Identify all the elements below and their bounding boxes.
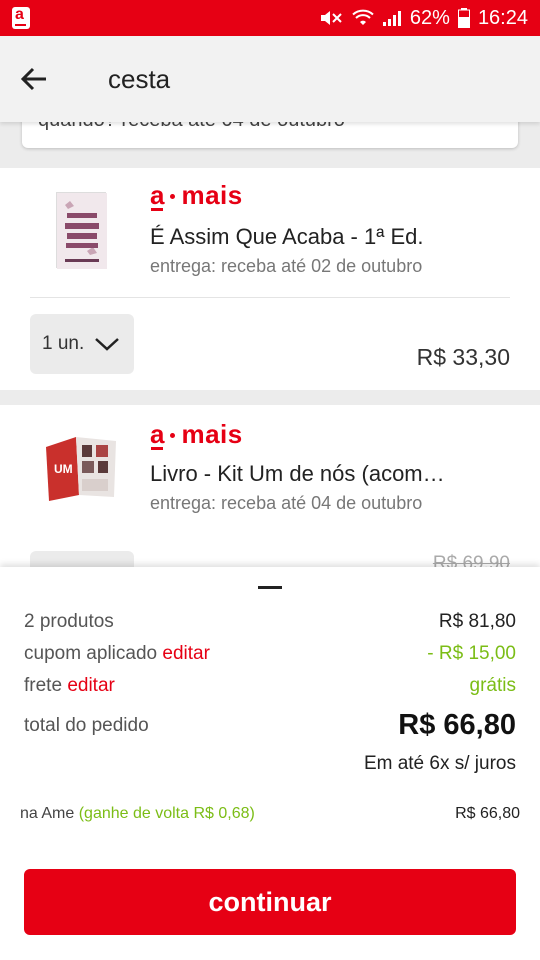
amais-badge: a mais bbox=[150, 419, 243, 450]
svg-text:UM: UM bbox=[54, 462, 73, 476]
product-title[interactable]: É Assim Que Acaba - 1ª Ed. bbox=[150, 224, 470, 250]
brand-letter: a bbox=[150, 180, 165, 211]
product-title[interactable]: Livro - Kit Um de nós (acom… bbox=[150, 461, 470, 487]
quantity-value: 1 un. bbox=[42, 333, 85, 354]
coupon-edit-link[interactable]: editar bbox=[162, 643, 210, 664]
delivery-strip: quando? receba até 04 de outubro bbox=[0, 102, 540, 168]
summary-products-row: 2 produtos R$ 81,80 bbox=[24, 611, 516, 633]
brand-dot bbox=[170, 433, 176, 438]
ame-value: R$ 66,80 bbox=[455, 805, 520, 822]
chevron-down-icon bbox=[95, 338, 120, 351]
brand-word: mais bbox=[181, 419, 243, 449]
freight-value: grátis bbox=[469, 675, 516, 696]
brand-word: mais bbox=[181, 180, 243, 210]
coupon-label-group: cupom aplicado editar bbox=[24, 643, 210, 665]
brand-dot bbox=[170, 194, 176, 199]
installments-text: Em até 6x s/ juros bbox=[363, 753, 516, 774]
status-indicators: 62% 16:24 bbox=[318, 7, 528, 30]
product-image[interactable]: UM bbox=[44, 433, 120, 503]
americanas-app-icon bbox=[12, 6, 30, 29]
product-delivery: entrega: receba até 04 de outubro bbox=[150, 493, 423, 513]
brand-letter: a bbox=[150, 419, 165, 450]
signal-icon bbox=[382, 11, 401, 26]
back-arrow-icon[interactable] bbox=[4, 49, 64, 109]
summary-freight-row: frete editar grátis bbox=[24, 675, 516, 697]
coupon-discount: - R$ 15,00 bbox=[427, 643, 516, 664]
battery-percentage: 62% bbox=[409, 6, 450, 29]
products-subtotal: R$ 81,80 bbox=[438, 611, 516, 632]
cart-item: UM a mais Livro - Kit Um de nós (acom… e… bbox=[0, 405, 540, 575]
continue-button[interactable]: continuar bbox=[24, 869, 516, 935]
product-image[interactable] bbox=[56, 192, 107, 269]
wifi-icon bbox=[352, 9, 374, 25]
ame-label: na Ame bbox=[20, 805, 75, 822]
cart-item: a mais É Assim Que Acaba - 1ª Ed. entreg… bbox=[0, 168, 540, 390]
page-title: cesta bbox=[108, 63, 171, 94]
ame-payment-row: na Ame (ganhe de volta R$ 0,68) R$ 66,80 bbox=[20, 805, 520, 823]
ame-label-group: na Ame (ganhe de volta R$ 0,68) bbox=[20, 805, 255, 823]
divider bbox=[30, 297, 510, 298]
status-bar: 62% 16:24 bbox=[0, 0, 540, 36]
total-label: total do pedido bbox=[24, 714, 149, 736]
summary-coupon-row: cupom aplicado editar - R$ 15,00 bbox=[24, 643, 516, 665]
freight-label-group: frete editar bbox=[24, 675, 115, 697]
amais-badge: a mais bbox=[150, 180, 243, 211]
sheet-drag-handle[interactable] bbox=[258, 586, 282, 589]
ame-cashback: (ganhe de volta R$ 0,68) bbox=[78, 805, 255, 822]
freight-label: frete bbox=[24, 675, 63, 696]
app-bar: cesta bbox=[0, 36, 540, 122]
mute-icon bbox=[320, 11, 342, 25]
total-value: R$ 66,80 bbox=[398, 709, 516, 741]
freight-edit-link[interactable]: editar bbox=[67, 675, 115, 696]
summary-total-row: total do pedido R$ 66,80 bbox=[24, 709, 516, 742]
products-count-label: 2 produtos bbox=[24, 611, 114, 632]
coupon-label: cupom aplicado bbox=[24, 643, 158, 664]
product-price: R$ 33,30 bbox=[416, 344, 510, 370]
quantity-select[interactable]: 1 un. bbox=[30, 314, 134, 374]
battery-icon bbox=[457, 8, 470, 28]
order-summary-sheet: 2 produtos R$ 81,80 cupom aplicado edita… bbox=[0, 567, 540, 960]
clock: 16:24 bbox=[477, 6, 528, 29]
product-delivery: entrega: receba até 02 de outubro bbox=[150, 256, 423, 276]
